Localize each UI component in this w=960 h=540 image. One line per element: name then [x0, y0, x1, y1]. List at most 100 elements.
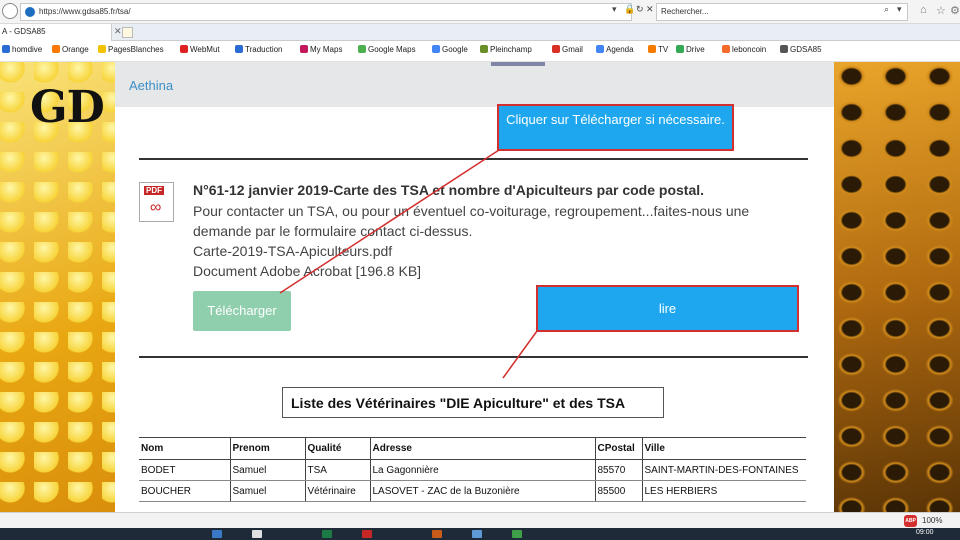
favorite-drive[interactable]: Drive: [676, 45, 705, 54]
table-cell: Samuel: [229, 480, 305, 502]
site-logo[interactable]: GD: [30, 82, 105, 133]
adblock-icon[interactable]: ABP: [904, 515, 917, 527]
favorite-label: Gmail: [562, 45, 583, 54]
favorites-bar: homdive Orange PagesBlanches WebMut Traducti…: [0, 41, 960, 62]
tab-label: A - GDSA85: [2, 27, 46, 36]
veterinarians-table: Nom Prenom Qualité Adresse CPostal Ville…: [139, 437, 806, 502]
favorite-google-maps[interactable]: Google Maps: [358, 45, 416, 54]
pdf-file-icon[interactable]: PDF ∞: [139, 182, 174, 222]
back-icon[interactable]: [2, 3, 18, 19]
taskbar-app-icon[interactable]: [512, 530, 522, 538]
taskbar-app-icon[interactable]: [252, 530, 262, 538]
favorite-homdive[interactable]: homdive: [2, 45, 42, 54]
list-title: Liste des Vétérinaires "DIE Apiculture" …: [291, 395, 626, 411]
favorite-site-icon: [676, 45, 684, 53]
active-nav-indicator: [491, 62, 545, 66]
taskbar-app-icon[interactable]: [212, 530, 222, 538]
favorite-pagesblanches[interactable]: PagesBlanches: [98, 45, 164, 54]
favorite-label: My Maps: [310, 45, 343, 54]
favorite-site-icon: [480, 45, 488, 53]
table-cell: Samuel: [229, 459, 305, 481]
taskbar-app-icon[interactable]: [472, 530, 482, 538]
ie-icon: [25, 7, 35, 17]
favorite-label: GDSA85: [790, 45, 822, 54]
favorite-label: PagesBlanches: [108, 45, 164, 54]
favorite-label: Orange: [62, 45, 89, 54]
favorite-label: Google Maps: [368, 45, 416, 54]
column-header-ville: Ville: [641, 437, 806, 460]
favorite-label: Pleinchamp: [490, 45, 532, 54]
site-title[interactable]: Aethina: [129, 78, 173, 93]
table-cell: BODET: [139, 459, 230, 481]
taskbar-app-icon[interactable]: [432, 530, 442, 538]
search-icon[interactable]: ⌕: [884, 4, 889, 15]
search-dropdown-icon[interactable]: ▾: [612, 4, 617, 15]
bees-background: [834, 62, 960, 512]
favorite-google[interactable]: Google: [432, 45, 468, 54]
zoom-level[interactable]: 100%: [922, 516, 942, 525]
column-header-cpostal: CPostal: [594, 437, 642, 460]
favorite-tv[interactable]: TV: [648, 45, 668, 54]
document-filename[interactable]: Carte-2019-TSA-Apiculteurs.pdf: [193, 243, 392, 259]
favorite-site-icon: [722, 45, 730, 53]
column-header-nom: Nom: [139, 437, 230, 460]
download-button[interactable]: Télécharger: [193, 291, 291, 331]
favorite-label: Google: [442, 45, 468, 54]
taskbar-app-icon[interactable]: [362, 530, 372, 538]
favorite-label: Traduction: [245, 45, 283, 54]
tab-gdsa85[interactable]: A - GDSA85: [0, 24, 112, 41]
search-input[interactable]: Rechercher...: [656, 3, 908, 21]
favorite-site-icon: [432, 45, 440, 53]
new-tab-icon[interactable]: [122, 27, 133, 38]
site-header: Aethina: [115, 62, 834, 107]
favorite-site-icon: [2, 45, 10, 53]
favorite-my-maps[interactable]: My Maps: [300, 45, 342, 54]
favorite-leboncoin[interactable]: leboncoin: [722, 45, 766, 54]
clock: 09:00: [916, 529, 934, 536]
table-cell: LES HERBIERS: [641, 480, 806, 502]
tab-row: A - GDSA85 ✕: [0, 24, 960, 41]
search-options-icon[interactable]: ▾: [897, 4, 902, 15]
favorite-agenda[interactable]: Agenda: [596, 45, 634, 54]
document-description-line: Pour contacter un TSA, ou pour un éventu…: [193, 203, 750, 219]
pdf-badge: PDF: [144, 186, 164, 195]
tab-close-icon[interactable]: ✕: [114, 26, 122, 37]
column-header-adresse: Adresse: [369, 437, 595, 460]
document-filetype: Document Adobe Acrobat [196.8 KB]: [193, 263, 422, 279]
table-cell: Vétérinaire: [304, 480, 370, 502]
favorite-label: homdive: [12, 45, 43, 54]
url-field[interactable]: https://www.gdsa85.fr/tsa/: [20, 3, 632, 21]
favorite-site-icon: [358, 45, 366, 53]
address-bar: https://www.gdsa85.fr/tsa/ ▾ 🔒 ↻ ✕ Reche…: [0, 0, 960, 24]
favorite-gdsa85[interactable]: GDSA85: [780, 45, 822, 54]
favorites-star-icon[interactable]: ☆: [936, 4, 946, 17]
taskbar-app-icon[interactable]: [322, 530, 332, 538]
home-icon[interactable]: ⌂: [920, 4, 927, 16]
favorite-pleinchamp[interactable]: Pleinchamp: [480, 45, 532, 54]
table-cell: BOUCHER: [139, 480, 230, 502]
callout-download-hint: Cliquer sur Télécharger si nécessaire.: [497, 104, 734, 151]
table-cell: La Gagonnière: [369, 459, 595, 481]
acrobat-icon: ∞: [150, 199, 162, 216]
callout-read-hint: lire: [536, 285, 799, 332]
document-title: N°61-12 janvier 2019-Carte des TSA et no…: [193, 182, 705, 198]
settings-gear-icon[interactable]: ⚙: [950, 4, 960, 17]
refresh-icon[interactable]: ↻: [636, 4, 644, 15]
lock-icon: 🔒: [624, 4, 636, 14]
favorite-webmut[interactable]: WebMut: [180, 45, 220, 54]
favorite-site-icon: [300, 45, 308, 53]
favorite-site-icon: [180, 45, 188, 53]
favorite-site-icon: [596, 45, 604, 53]
favorite-label: leboncoin: [732, 45, 767, 54]
favorite-site-icon: [52, 45, 60, 53]
favorite-traduction[interactable]: Traduction: [235, 45, 283, 54]
favorite-label: Drive: [686, 45, 705, 54]
table-cell: LASOVET - ZAC de la Buzonière: [369, 480, 595, 502]
list-title-box: Liste des Vétérinaires "DIE Apiculture" …: [282, 387, 664, 418]
favorite-gmail[interactable]: Gmail: [552, 45, 583, 54]
favorite-orange[interactable]: Orange: [52, 45, 89, 54]
table-cell: TSA: [304, 459, 370, 481]
close-icon[interactable]: ✕: [646, 4, 654, 15]
favorite-label: WebMut: [190, 45, 220, 54]
favorite-site-icon: [648, 45, 656, 53]
